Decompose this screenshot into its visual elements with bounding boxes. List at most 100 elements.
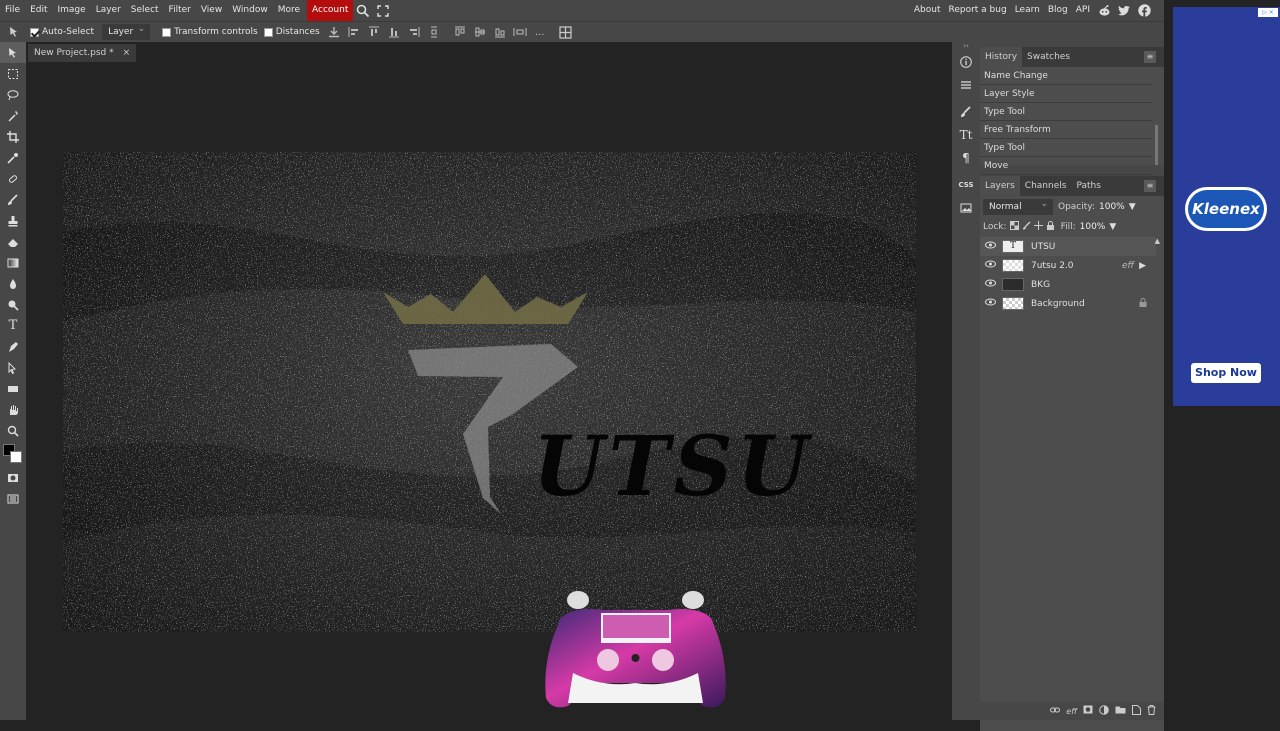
menu-more[interactable]: More — [273, 0, 305, 21]
fullscreen-icon[interactable] — [373, 0, 393, 21]
fill-value[interactable]: 100% — [1080, 222, 1106, 232]
history-item[interactable]: Free Transform — [980, 121, 1152, 139]
paragraph-icon[interactable]: ¶ — [952, 146, 980, 169]
color-swatches[interactable] — [0, 441, 26, 467]
link-layers-icon[interactable] — [1050, 706, 1061, 717]
search-icon[interactable] — [353, 0, 373, 21]
background-color-swatch[interactable] — [10, 451, 22, 463]
brush-settings-icon[interactable] — [952, 100, 980, 123]
distribute-horizontal-icon[interactable] — [510, 22, 530, 43]
properties-icon[interactable] — [952, 73, 980, 96]
menu-window[interactable]: Window — [227, 0, 273, 21]
ad-choices-icon[interactable]: ▷ × — [1258, 8, 1278, 17]
lock-brush-icon[interactable] — [1022, 221, 1031, 233]
eye-icon[interactable] — [985, 260, 999, 271]
eye-icon[interactable] — [985, 279, 999, 290]
layer-row-7utsu[interactable]: 7utsu 2.0 eff ▶ — [980, 256, 1156, 275]
history-item[interactable]: Type Tool — [980, 139, 1152, 157]
link-api[interactable]: API — [1072, 0, 1094, 21]
distances-checkbox[interactable]: Distances — [263, 27, 320, 37]
magic-wand-tool-icon[interactable] — [0, 105, 26, 126]
more-options-button[interactable]: ... — [530, 22, 550, 43]
move-tool-icon[interactable] — [4, 22, 24, 43]
close-icon[interactable]: × — [123, 48, 131, 58]
align-right-icon[interactable] — [404, 22, 424, 43]
twitter-icon[interactable] — [1114, 0, 1134, 21]
distribute-vertical-icon[interactable] — [424, 22, 444, 43]
screen-mode-icon[interactable] — [0, 488, 26, 509]
grid-icon[interactable] — [556, 22, 576, 43]
blur-tool-icon[interactable] — [0, 273, 26, 294]
add-mask-icon[interactable] — [1083, 705, 1093, 717]
hand-tool-icon[interactable] — [0, 399, 26, 420]
panel-menu-icon[interactable]: ≡ — [1144, 51, 1156, 63]
auto-select-checkbox[interactable]: Auto-Select — [30, 27, 94, 37]
tab-channels[interactable]: Channels — [1020, 176, 1072, 196]
info-icon[interactable] — [952, 50, 980, 73]
lock-all-icon[interactable] — [1046, 221, 1055, 233]
link-blog[interactable]: Blog — [1044, 0, 1072, 21]
tab-layers[interactable]: Layers — [980, 176, 1020, 196]
align-left-icon[interactable] — [344, 22, 364, 43]
align-bottom-edges-icon[interactable] — [490, 22, 510, 43]
delete-layer-icon[interactable] — [1147, 704, 1156, 718]
menu-view[interactable]: View — [196, 0, 227, 21]
menu-filter[interactable]: Filter — [164, 0, 196, 21]
layer-row-background[interactable]: Background — [980, 294, 1156, 313]
collapse-arrows-icon[interactable]: ›‹ — [952, 42, 980, 50]
quick-mask-icon[interactable] — [0, 467, 26, 488]
gradient-tool-icon[interactable] — [0, 252, 26, 273]
eye-icon[interactable] — [985, 241, 999, 252]
history-item[interactable]: Name Change — [980, 67, 1152, 85]
layer-effects-icon[interactable]: eff — [1066, 707, 1077, 716]
menu-edit[interactable]: Edit — [25, 0, 52, 21]
layer-effects-badge[interactable]: eff — [1122, 261, 1134, 271]
eye-icon[interactable] — [985, 298, 999, 309]
crop-tool-icon[interactable] — [0, 126, 26, 147]
align-bottom-icon[interactable] — [384, 22, 404, 43]
link-report-bug[interactable]: Report a bug — [944, 0, 1010, 21]
shop-now-button[interactable]: Shop Now — [1191, 363, 1261, 383]
opacity-dropdown-icon[interactable]: ▼ — [1129, 202, 1136, 212]
download-icon[interactable] — [324, 22, 344, 43]
fill-dropdown-icon[interactable]: ▼ — [1109, 222, 1116, 232]
align-top-icon[interactable] — [364, 22, 384, 43]
menu-layer[interactable]: Layer — [91, 0, 126, 21]
tab-paths[interactable]: Paths — [1071, 176, 1105, 196]
advertisement-banner[interactable]: ▷ × Kleenex Shop Now — [1173, 7, 1280, 406]
move-tool-icon[interactable] — [0, 42, 26, 63]
document-canvas[interactable]: UTSU — [63, 152, 916, 632]
healing-brush-tool-icon[interactable] — [0, 168, 26, 189]
menu-file[interactable]: File — [0, 0, 25, 21]
facebook-icon[interactable] — [1134, 0, 1154, 21]
eraser-tool-icon[interactable] — [0, 231, 26, 252]
align-top-edges-icon[interactable] — [450, 22, 470, 43]
reddit-icon[interactable] — [1094, 0, 1114, 21]
new-layer-icon[interactable] — [1132, 704, 1141, 718]
history-item[interactable]: Move — [980, 157, 1152, 175]
align-centers-icon[interactable] — [470, 22, 490, 43]
css-icon[interactable]: CSS — [952, 173, 980, 196]
adjustment-layer-icon[interactable] — [1099, 704, 1109, 718]
layer-row-utsu[interactable]: T UTSU — [980, 237, 1156, 256]
auto-select-target-dropdown[interactable]: Layer — [102, 24, 151, 40]
marquee-tool-icon[interactable] — [0, 63, 26, 84]
lasso-tool-icon[interactable] — [0, 84, 26, 105]
menu-image[interactable]: Image — [53, 0, 91, 21]
image-icon[interactable] — [952, 196, 980, 219]
blend-mode-dropdown[interactable]: Normal — [983, 198, 1053, 215]
lock-position-icon[interactable] — [1033, 221, 1043, 233]
path-select-tool-icon[interactable] — [0, 357, 26, 378]
type-tool-icon[interactable]: T — [0, 315, 26, 336]
tab-history[interactable]: History — [980, 47, 1023, 67]
document-tab[interactable]: New Project.psd * × — [28, 44, 137, 62]
opacity-value[interactable]: 100% — [1099, 202, 1125, 212]
layer-row-bkg[interactable]: BKG — [980, 275, 1156, 294]
account-button[interactable]: Account — [307, 0, 354, 21]
link-about[interactable]: About — [910, 0, 945, 21]
pen-tool-icon[interactable] — [0, 336, 26, 357]
panel-menu-icon[interactable]: ≡ — [1144, 180, 1156, 192]
character-icon[interactable]: Tt — [952, 123, 980, 146]
tab-swatches[interactable]: Swatches — [1022, 47, 1075, 67]
transform-controls-checkbox[interactable]: Transform controls — [162, 27, 258, 37]
